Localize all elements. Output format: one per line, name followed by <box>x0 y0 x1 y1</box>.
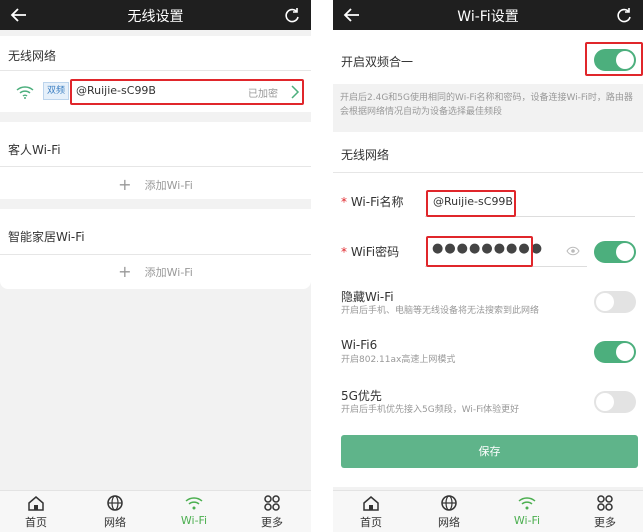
section-title-guest: 客人Wi-Fi <box>8 143 61 157</box>
tab-more[interactable]: 更多 <box>575 494 635 530</box>
wifi-icon <box>518 497 536 510</box>
tab-more[interactable]: 更多 <box>242 494 302 530</box>
wifi6-toggle[interactable] <box>594 341 636 363</box>
section-title-smart-home: 智能家居Wi-Fi <box>8 230 85 244</box>
tab-home[interactable]: 首页 <box>341 494 401 530</box>
hide-wifi-title: 隐藏Wi-Fi <box>341 290 394 304</box>
wifi-signal-icon <box>16 86 34 99</box>
bottom-tab-bar: 首页 网络 Wi-Fi 更多 <box>0 490 311 532</box>
dual-band-row: 开启双频合一 <box>333 30 643 84</box>
globe-icon <box>107 495 123 511</box>
dual-band-badge: 双频 <box>43 82 69 100</box>
left-screen: 无线设置 无线网络 双频 @Ruijie-sC99B 已加密 客人Wi-Fi +… <box>0 0 311 532</box>
bottom-tab-bar: 首页 网络 Wi-Fi 更多 <box>333 490 643 532</box>
eye-icon[interactable] <box>566 246 580 256</box>
smart-home-wifi-card: 智能家居Wi-Fi + 添加Wi-Fi <box>0 209 311 289</box>
ssid-row-highlight[interactable] <box>70 79 304 105</box>
5g-priority-toggle[interactable] <box>594 391 636 413</box>
wireless-card: 无线网络 双频 @Ruijie-sC99B 已加密 <box>0 36 311 112</box>
wifi-name-highlight <box>426 190 516 217</box>
dual-band-label: 开启双频合一 <box>341 55 414 69</box>
wifi6-description: 开启802.11ax高速上网模式 <box>341 355 456 365</box>
page-title: Wi-Fi设置 <box>457 9 519 25</box>
hide-wifi-description: 开启后手机、电脑等无线设备将无法搜索到此网络 <box>341 306 540 316</box>
wifi-password-label: * WiFi密码 <box>341 245 400 259</box>
save-button[interactable]: 保存 <box>341 435 638 468</box>
wireless-settings-card: 无线网络 * Wi-Fi名称 @Ruijie-sC99B * WiFi密码 ●●… <box>333 132 643 487</box>
5g-priority-description: 开启后手机优先接入5G频段，Wi-Fi体验更好 <box>341 405 520 415</box>
wifi-password-highlight <box>426 236 533 267</box>
tab-home[interactable]: 首页 <box>6 494 66 530</box>
wifi-name-label: * Wi-Fi名称 <box>341 195 404 209</box>
tab-network[interactable]: 网络 <box>419 494 479 530</box>
tab-network[interactable]: 网络 <box>85 494 145 530</box>
dual-band-highlight <box>585 42 643 76</box>
top-bar: 无线设置 <box>0 0 311 30</box>
wifi-password-toggle[interactable] <box>594 241 636 263</box>
more-icon <box>264 495 280 511</box>
wifi6-title: Wi-Fi6 <box>341 338 378 352</box>
top-bar: Wi-Fi设置 <box>333 0 643 30</box>
tab-wifi[interactable]: Wi-Fi <box>497 494 557 527</box>
dual-band-description: 开启后2.4G和5G使用相同的Wi-Fi名称和密码，设备连接Wi-Fi时，路由器… <box>340 93 633 117</box>
globe-icon <box>441 495 457 511</box>
tab-wifi[interactable]: Wi-Fi <box>164 494 224 527</box>
refresh-icon[interactable] <box>615 6 633 24</box>
section-title-wireless: 无线网络 <box>8 49 57 63</box>
add-guest-wifi-button[interactable]: + 添加Wi-Fi <box>0 174 311 194</box>
plus-icon: + <box>118 262 132 281</box>
right-screen: Wi-Fi设置 开启双频合一 开启后2.4G和5G使用相同的Wi-Fi名称和密码… <box>333 0 643 532</box>
home-icon <box>363 496 379 511</box>
5g-priority-title: 5G优先 <box>341 389 382 403</box>
wifi-icon <box>185 497 203 510</box>
page-title: 无线设置 <box>127 9 184 25</box>
refresh-icon[interactable] <box>283 6 301 24</box>
hide-wifi-toggle[interactable] <box>594 291 636 313</box>
add-smart-wifi-button[interactable]: + 添加Wi-Fi <box>0 261 311 281</box>
more-icon <box>597 495 613 511</box>
guest-wifi-card: 客人Wi-Fi + 添加Wi-Fi <box>0 122 311 199</box>
home-icon <box>28 496 44 511</box>
section-title-wireless: 无线网络 <box>341 148 390 162</box>
plus-icon: + <box>118 175 132 194</box>
